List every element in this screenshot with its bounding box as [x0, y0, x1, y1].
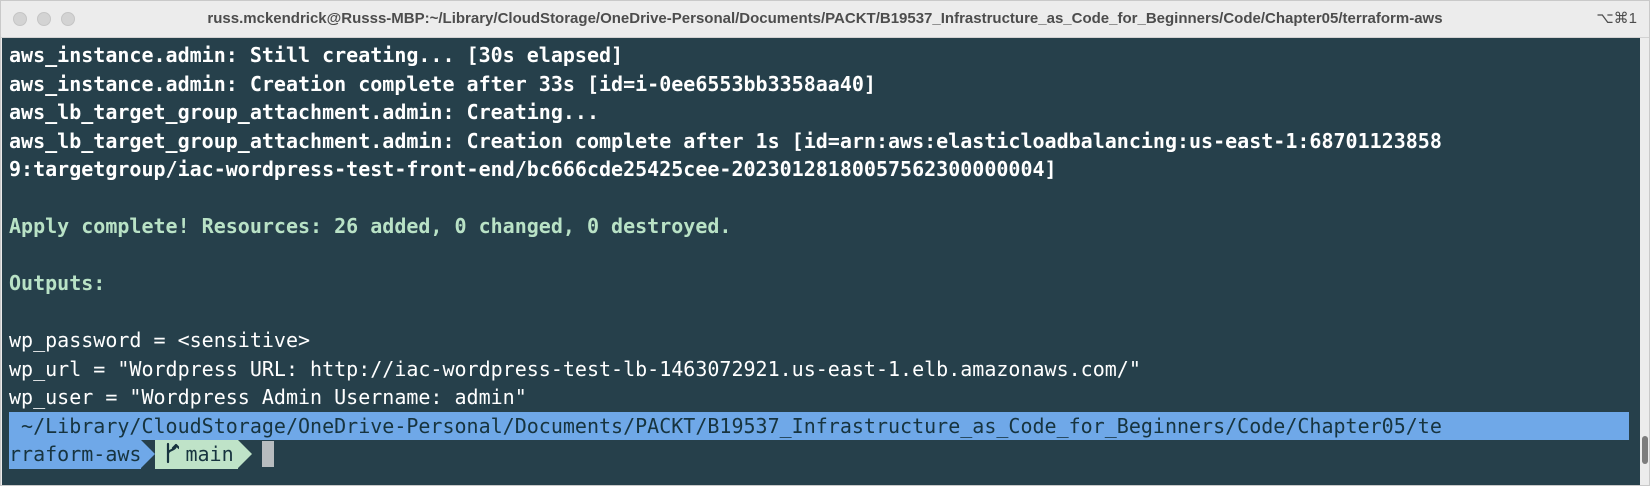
close-window-button[interactable]: [13, 12, 27, 26]
git-branch-segment: main: [155, 440, 238, 469]
prompt-path-continued: rraform-aws: [9, 440, 142, 469]
git-branch-icon: [165, 440, 181, 474]
terminal-output[interactable]: aws_instance.admin: Still creating... [3…: [2, 38, 1640, 485]
powerline-separator: [141, 440, 156, 468]
output-value-line: wp_user = "Wordpress Admin Username: adm…: [9, 385, 527, 409]
outputs-label: Outputs:: [9, 271, 106, 295]
output-line: aws_instance.admin: Creation complete af…: [9, 71, 876, 96]
window-title: russ.mckendrick@Russs-MBP:~/Library/Clou…: [207, 10, 1443, 27]
window-shortcut: ⌥⌘1: [1596, 10, 1637, 27]
scrollbar[interactable]: [1641, 38, 1649, 485]
output-line: 9:targetgroup/iac-wordpress-test-front-e…: [9, 157, 1057, 181]
prompt-line: rraform-aws main: [9, 440, 1629, 469]
output-line: aws_lb_target_group_attachment.admin: Cr…: [9, 100, 600, 124]
output-value-line: wp_url = "Wordpress URL: http://iac-word…: [9, 356, 1141, 381]
title-bar: russ.mckendrick@Russs-MBP:~/Library/Clou…: [1, 1, 1649, 38]
apply-summary: Apply complete! Resources: 26 added, 0 c…: [9, 214, 732, 238]
prompt-path: ~/Library/CloudStorage/OneDrive-Personal…: [9, 411, 1629, 440]
terminal-window: russ.mckendrick@Russs-MBP:~/Library/Clou…: [0, 0, 1650, 486]
text-cursor: [261, 441, 274, 467]
zoom-window-button[interactable]: [61, 12, 75, 26]
scrollbar-thumb[interactable]: [1642, 436, 1648, 464]
minimize-window-button[interactable]: [37, 12, 51, 26]
git-branch-name: main: [185, 442, 234, 466]
powerline-separator: [237, 440, 252, 468]
output-line: aws_instance.admin: Still creating... [3…: [9, 43, 624, 67]
output-line: aws_lb_target_group_attachment.admin: Cr…: [9, 128, 1442, 153]
output-value-line: wp_password = <sensitive>: [9, 328, 311, 352]
